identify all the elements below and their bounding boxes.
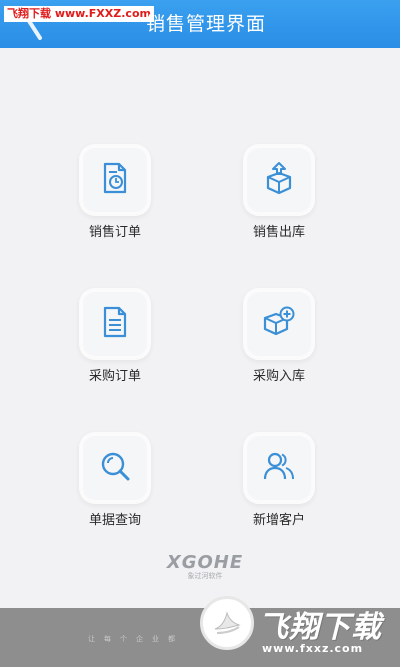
purchase-inbound-button[interactable] xyxy=(247,292,311,356)
tile-new-customer[interactable]: 新增客户 xyxy=(214,436,344,546)
tile-label: 单据查询 xyxy=(88,513,141,528)
sales-order-icon xyxy=(98,161,132,199)
sales-outbound-icon xyxy=(262,161,296,199)
tile-label: 采购入库 xyxy=(252,369,305,384)
tile-document-search[interactable]: 单据查询 xyxy=(50,436,180,546)
document-search-button[interactable] xyxy=(83,436,147,500)
sales-order-button[interactable] xyxy=(83,148,147,212)
tile-label: 采购订单 xyxy=(88,369,141,384)
tile-purchase-inbound[interactable]: 采购入库 xyxy=(214,292,344,402)
purchase-inbound-icon xyxy=(262,305,296,343)
purchase-order-icon xyxy=(98,305,132,343)
document-search-icon xyxy=(98,449,132,487)
new-customer-button[interactable] xyxy=(247,436,311,500)
tile-sales-outbound[interactable]: 销售出库 xyxy=(214,148,344,258)
new-customer-icon xyxy=(262,449,296,487)
slogan-text: 让每个企业都 xyxy=(88,635,184,643)
tile-sales-order[interactable]: 销售订单 xyxy=(50,148,180,258)
tile-label: 新增客户 xyxy=(252,513,305,528)
brand-badge-icon xyxy=(200,596,254,650)
brand-watermark: 飞翔下载 www.fxxz.com xyxy=(200,590,400,667)
company-logo: XGOHE 象过河软件 xyxy=(150,552,260,592)
tile-purchase-order[interactable]: 采购订单 xyxy=(50,292,180,402)
page-title: 销售管理界面 xyxy=(145,13,266,35)
sales-outbound-button[interactable] xyxy=(247,148,311,212)
tile-label: 销售订单 xyxy=(88,225,141,240)
app-header: 飞翔下载 www.FXXZ.com 销售管理界面 xyxy=(0,0,400,48)
tile-label: 销售出库 xyxy=(252,225,305,240)
brand-name: 飞翔下载 xyxy=(258,610,382,645)
brand-url: www.fxxz.com xyxy=(262,642,364,655)
purchase-order-button[interactable] xyxy=(83,292,147,356)
logo-text: XGOHE xyxy=(166,552,244,573)
